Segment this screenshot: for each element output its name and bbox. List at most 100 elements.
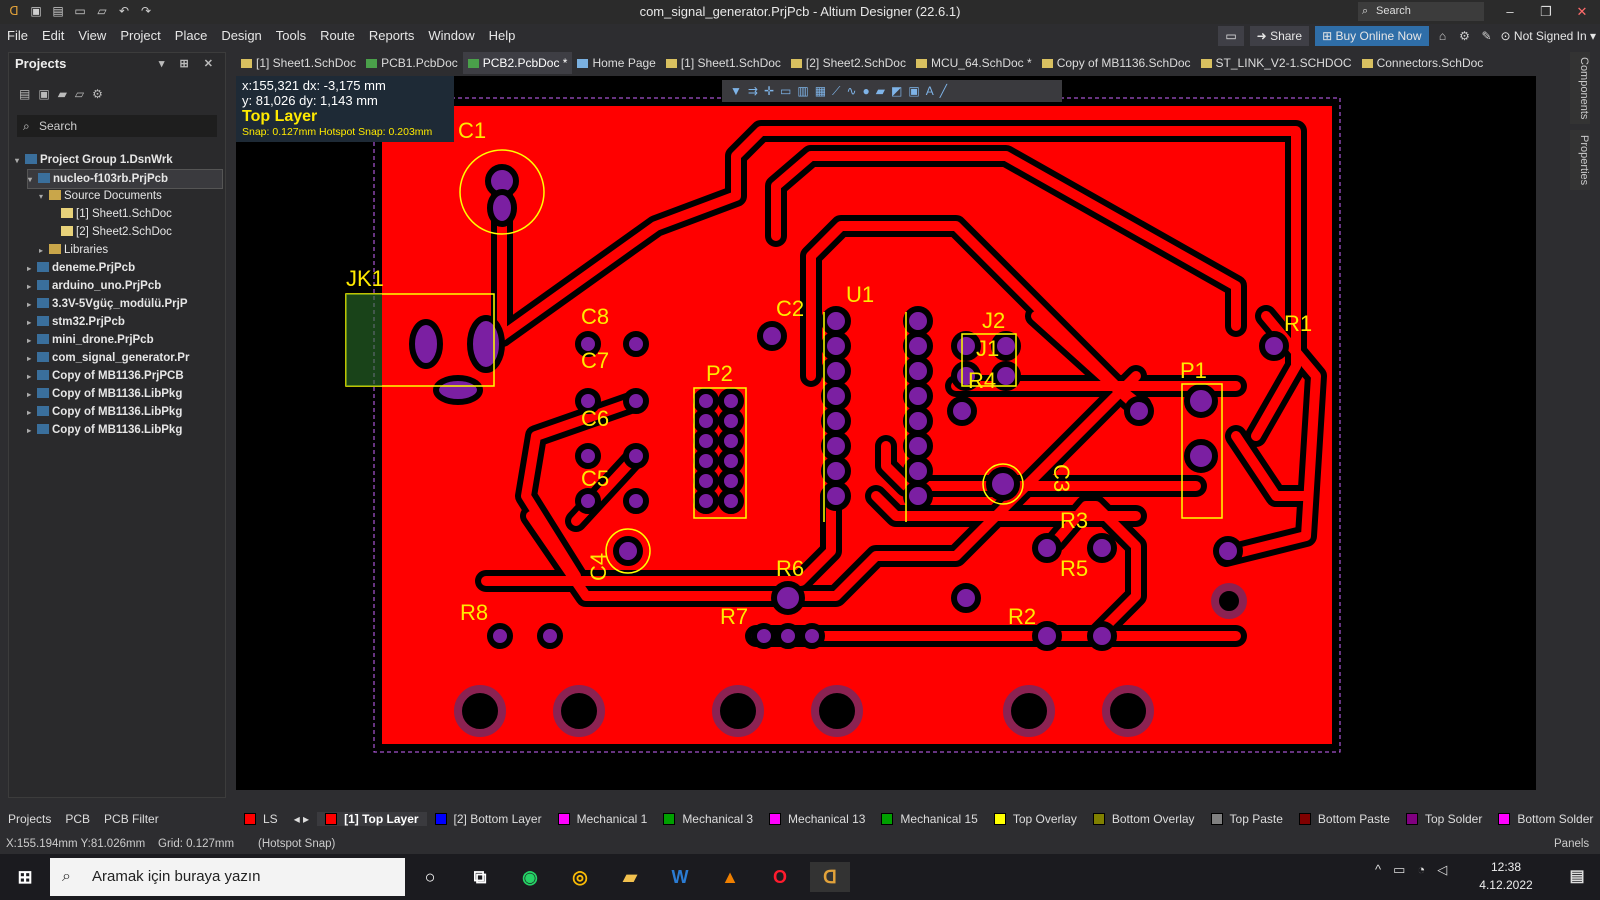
tree-project-item[interactable]: ▸ Copy of MB1136.LibPkg (27, 385, 221, 403)
vlc-icon[interactable]: ▲ (715, 862, 745, 892)
tree-project-item[interactable]: ▸ stm32.PrjPcb (27, 313, 221, 331)
chrome-icon[interactable]: ◎ (565, 862, 595, 892)
file-explorer-icon[interactable]: ▰ (615, 862, 645, 892)
place-component-icon[interactable]: ▦ (815, 83, 826, 99)
line-icon[interactable]: ╱ (940, 83, 947, 99)
chevron-up-icon[interactable]: ^ (1375, 862, 1381, 878)
close-button[interactable]: ✕ (1564, 0, 1600, 24)
tree-expand-icon[interactable]: ▸ (27, 422, 37, 439)
tree-project-item[interactable]: ▾ Project Group 1.DsnWrk (15, 151, 221, 169)
menu-reports[interactable]: Reports (362, 24, 422, 48)
tree-expand-icon[interactable]: ▸ (27, 296, 37, 313)
layer-tab[interactable]: Top Solder (1398, 812, 1490, 826)
document-tab[interactable]: MCU_64.SchDoc * (911, 52, 1037, 74)
wifi-icon[interactable]: ◔ (1417, 862, 1425, 878)
tab-projects[interactable]: Projects (8, 812, 51, 826)
menu-route[interactable]: Route (313, 24, 362, 48)
folder-open-icon[interactable]: ▰ (58, 87, 67, 101)
notification-center-icon[interactable]: ▤ (1562, 862, 1592, 892)
tree-expand-icon[interactable]: ▸ (27, 350, 37, 367)
document-tab[interactable]: [1] Sheet1.SchDoc (236, 52, 361, 74)
tree-expand-icon[interactable]: ▸ (27, 332, 37, 349)
layer-tab[interactable]: Mechanical 3 (655, 812, 761, 826)
pcb-canvas[interactable]: C1 JK1 C8 C7 C6 C5 C4 C2 U1 J2 J1 R4 P2 … (236, 76, 1536, 790)
layer-tab[interactable]: Mechanical 1 (550, 812, 656, 826)
tree-expand-icon[interactable]: ▸ (27, 278, 37, 295)
taskbar-search-input[interactable]: ⌕ Aramak için buraya yazın (50, 858, 405, 896)
word-icon[interactable]: W (665, 862, 695, 892)
tab-pcb[interactable]: PCB (65, 812, 90, 826)
differential-route-icon[interactable]: ∿ (846, 83, 856, 99)
gear-icon[interactable]: ⚙ (1457, 28, 1473, 44)
tree-project-item[interactable]: ▸ mini_drone.PrjPcb (27, 331, 221, 349)
document-tab[interactable]: PCB2.PcbDoc * (462, 52, 573, 74)
task-view-icon[interactable]: ⧉ (465, 862, 495, 892)
folder-icon[interactable]: ▱ (75, 87, 84, 101)
menu-file[interactable]: File (0, 24, 35, 48)
battery-icon[interactable]: ▭ (1393, 862, 1405, 878)
gear-icon[interactable]: ⚙ (92, 87, 103, 101)
pcb-board[interactable]: C1 JK1 C8 C7 C6 C5 C4 C2 U1 J2 J1 R4 P2 … (236, 76, 1536, 790)
route-icon[interactable]: ⇉ (748, 83, 758, 99)
tree-expand-icon[interactable]: ▸ (27, 386, 37, 403)
tree-expand-icon[interactable]: ▸ (27, 260, 37, 277)
layer-tab[interactable]: Bottom Paste (1291, 812, 1398, 826)
menu-place[interactable]: Place (168, 24, 215, 48)
project-add-icon[interactable]: ▣ (38, 87, 49, 101)
tree-project-item[interactable]: ▸ arduino_uno.PrjPcb (27, 277, 221, 295)
tree-project-item[interactable]: ▸ Copy of MB1136.LibPkg (27, 403, 221, 421)
tree-document-item[interactable]: [1] Sheet1.SchDoc (51, 205, 221, 223)
panels-button[interactable]: Panels (1554, 834, 1589, 854)
volume-icon[interactable]: ◁ (1437, 862, 1447, 878)
menu-project[interactable]: Project (113, 24, 167, 48)
opera-icon[interactable]: O (765, 862, 795, 892)
document-tab[interactable]: [2] Sheet2.SchDoc (786, 52, 911, 74)
select-icon[interactable]: ▭ (780, 83, 791, 99)
components-panel-tab[interactable]: Components (1570, 52, 1590, 124)
move-icon[interactable]: ✛ (764, 83, 774, 99)
menu-design[interactable]: Design (214, 24, 268, 48)
document-tab[interactable]: PCB1.PcbDoc (361, 52, 463, 74)
document-tab[interactable]: Home Page (572, 52, 660, 74)
dimension-icon[interactable]: ▣ (908, 83, 919, 99)
tab-pcb-filter[interactable]: PCB Filter (104, 812, 159, 826)
document-tab[interactable]: Connectors.SchDoc (1357, 52, 1489, 74)
project-list-icon[interactable]: ▤ (19, 87, 30, 101)
whatsapp-icon[interactable]: ◉ (515, 862, 545, 892)
notifications-icon[interactable]: ✎ (1479, 28, 1495, 44)
tree-document-item[interactable]: [2] Sheet2.SchDoc (51, 223, 221, 241)
tree-expand-icon[interactable]: ▸ (27, 314, 37, 331)
tree-expand-icon[interactable]: ▸ (27, 404, 37, 421)
region-icon[interactable]: ◩ (891, 83, 902, 99)
menu-view[interactable]: View (71, 24, 113, 48)
menu-help[interactable]: Help (482, 24, 523, 48)
account-menu[interactable]: ⊙ Not Signed In ▾ (1501, 29, 1596, 43)
polygon-icon[interactable]: ▰ (876, 83, 885, 99)
layer-tab[interactable]: Bottom Overlay (1085, 812, 1203, 826)
properties-panel-tab[interactable]: Properties (1570, 130, 1590, 190)
tree-project-item[interactable]: ▾ nucleo-f103rb.PrjPcb (27, 169, 223, 189)
tree-expand-icon[interactable]: ▸ (27, 368, 37, 385)
restore-button[interactable]: ❐ (1528, 0, 1564, 24)
projects-search-input[interactable]: ⌕ Search (17, 115, 217, 137)
layer-tab[interactable]: LS (236, 812, 286, 826)
via-icon[interactable]: ● (863, 83, 870, 99)
tree-expand-icon[interactable]: ▾ (28, 171, 38, 188)
tree-folder-item[interactable]: ▾ Source Documents (39, 187, 221, 205)
panel-controls[interactable]: ▾ ⊞ ✕ (159, 53, 219, 75)
layer-nav-arrows[interactable]: ◂ ▸ (286, 812, 317, 826)
layer-tab[interactable]: [1] Top Layer (317, 812, 427, 826)
document-tab[interactable]: [1] Sheet1.SchDoc (661, 52, 786, 74)
tree-expand-icon[interactable]: ▸ (39, 242, 49, 259)
chat-icon[interactable]: ▭ (1218, 26, 1244, 46)
cortana-icon[interactable]: ○ (415, 862, 445, 892)
share-button[interactable]: ➜ Share (1249, 26, 1310, 46)
menu-window[interactable]: Window (421, 24, 481, 48)
filter-icon[interactable]: ▼ (730, 83, 742, 99)
taskbar-clock[interactable]: 12:38 4.12.2022 (1472, 858, 1540, 894)
menu-edit[interactable]: Edit (35, 24, 71, 48)
windows-start-icon[interactable]: ⊞ (10, 862, 40, 892)
tree-folder-item[interactable]: ▸ Libraries (39, 241, 221, 259)
tree-project-item[interactable]: ▸ Copy of MB1136.PrjPCB (27, 367, 221, 385)
buy-online-button[interactable]: ⊞ Buy Online Now (1315, 26, 1429, 46)
